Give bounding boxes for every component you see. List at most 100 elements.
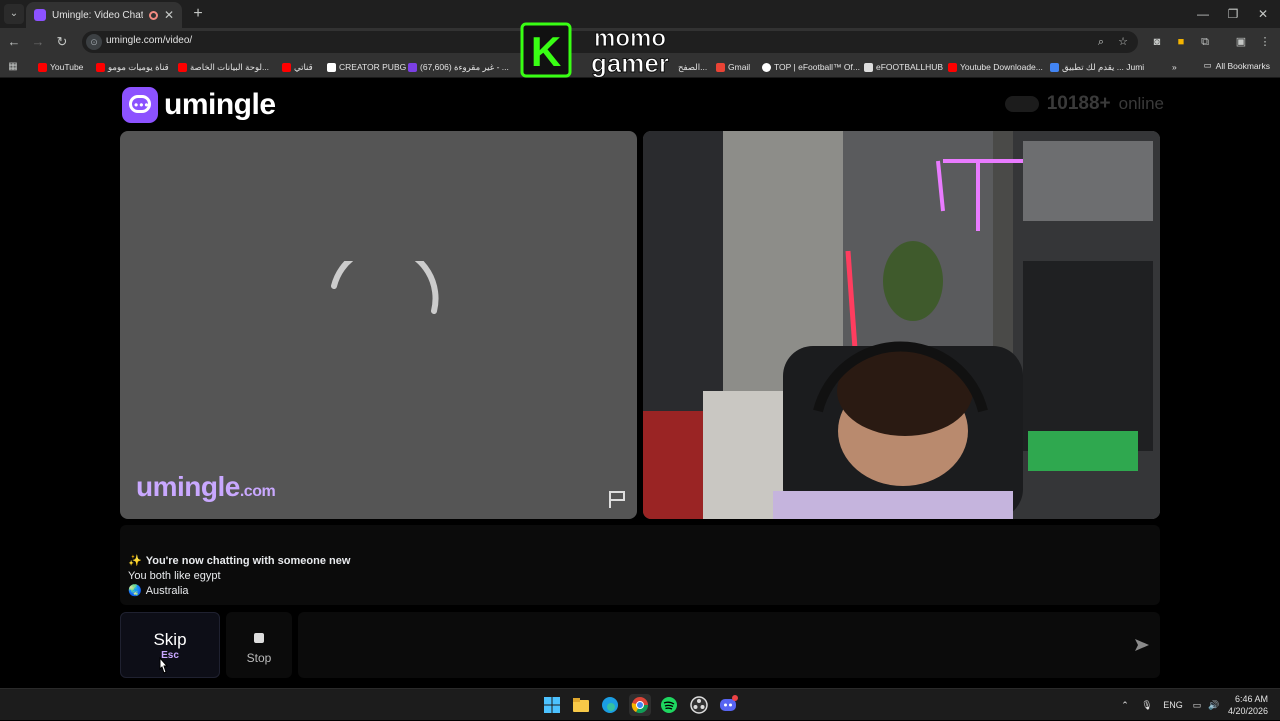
umingle-favicon-icon	[34, 9, 46, 21]
chrome-browser-icon[interactable]	[629, 694, 651, 716]
online-toggle	[1004, 96, 1039, 112]
downloader-icon	[948, 62, 957, 72]
sparkle-icon: ✨	[128, 555, 142, 567]
microphone-icon[interactable]: 🎙	[1140, 689, 1154, 721]
globe-icon: 🌏	[128, 585, 142, 597]
bookmarks-overflow-icon[interactable]: »	[1172, 60, 1177, 74]
send-icon[interactable]	[1134, 637, 1150, 653]
browser-menu-icon[interactable]: ⋮	[1256, 33, 1274, 51]
browser-tab-active[interactable]: Umingle: Video Chat with S ✕	[26, 2, 182, 28]
bookmark-item[interactable]: CREATOR PUBG	[327, 60, 406, 74]
bookmark-item[interactable]: قناة يوميات مومو	[96, 60, 169, 74]
svg-text:K: K	[531, 28, 561, 75]
site-brand[interactable]: ••• umingle	[122, 87, 276, 123]
bookmark-item[interactable]: لوحة البيانات الخاصة...	[178, 60, 269, 74]
chat-log: ✨ You're now chatting with someone new Yo…	[120, 525, 1160, 605]
umingle-page: ••• umingle 10188+ online umingle.com ✨ …	[0, 79, 1280, 688]
reload-button[interactable]: ↻	[52, 32, 72, 52]
gmail-icon	[716, 62, 725, 72]
network-icon[interactable]: ▭	[1190, 689, 1204, 721]
tab-title: Umingle: Video Chat with S	[52, 9, 143, 21]
site-info-icon[interactable]: ⊙	[86, 34, 102, 50]
windows-taskbar: ⌃ 🎙 ENG ▭ 🔊 6:46 AM 4/20/2026	[0, 688, 1280, 720]
bookmark-label: لوحة البيانات الخاصة...	[190, 61, 270, 72]
obs-studio-icon[interactable]	[688, 694, 710, 716]
self-camera-video	[643, 131, 1160, 519]
all-bookmarks-button[interactable]: ▭ All Bookmarks	[1204, 60, 1270, 71]
bookmark-label: يقدم لك تطبيق ... Jumi	[1062, 61, 1145, 72]
all-bookmarks-label: All Bookmarks	[1215, 60, 1270, 71]
youtube-icon	[96, 62, 105, 72]
volume-icon[interactable]: 🔊	[1207, 689, 1221, 721]
zoom-icon[interactable]: ⌕	[1092, 33, 1110, 51]
back-button[interactable]: ←	[4, 32, 24, 52]
clock-date: 4/20/2026	[1227, 706, 1268, 716]
folder-icon: ▭	[1203, 60, 1212, 70]
bookmark-star-icon[interactable]: ☆	[1114, 33, 1132, 51]
close-window-button[interactable]: ✕	[1246, 0, 1280, 28]
tab-close-icon[interactable]: ✕	[164, 8, 174, 22]
yahoo-mail-icon	[408, 62, 417, 72]
tray-overflow-icon[interactable]: ⌃	[1118, 689, 1132, 721]
bookmark-item[interactable]: YouTube	[38, 60, 83, 74]
file-explorer-icon[interactable]	[570, 694, 592, 716]
extension-color-icon[interactable]: ■	[1172, 33, 1190, 51]
forward-button[interactable]: →	[28, 32, 48, 52]
svg-text:gamer: gamer	[591, 48, 669, 78]
bookmark-item[interactable]: Gmail	[716, 60, 750, 74]
online-count: 10188+	[1046, 93, 1111, 114]
bookmark-item[interactable]: eFOOTBALLHUB	[864, 60, 943, 74]
minimize-button[interactable]: —	[1186, 0, 1220, 28]
chat-bubble-logo-icon: •••	[122, 87, 158, 123]
profile-avatar-icon[interactable]: ▣	[1232, 33, 1250, 51]
apps-grid-icon[interactable]: ▦	[6, 60, 20, 74]
creator-icon	[327, 62, 336, 72]
restore-button[interactable]: ❐	[1216, 0, 1250, 28]
bookmark-label: TOP | eFootball™ Of...	[774, 62, 860, 72]
bookmark-item[interactable]: قناتي	[282, 60, 313, 74]
online-label: online	[1118, 94, 1164, 113]
mouse-cursor-icon	[159, 657, 169, 674]
bookmark-item[interactable]: TOP | eFootball™ Of...	[762, 60, 860, 74]
skip-label: Skip	[153, 630, 187, 649]
tab-search-button[interactable]: ⌄	[4, 4, 24, 24]
chat-message-text: You're now chatting with someone new	[145, 554, 351, 567]
skip-button[interactable]: Skip Esc	[120, 612, 220, 678]
bookmark-label: Gmail	[728, 62, 751, 72]
watermark-suffix: .com	[239, 483, 276, 500]
windows-start-icon[interactable]	[541, 694, 563, 716]
efootball-icon	[762, 62, 771, 72]
bookmark-label: قناة يوميات مومو	[108, 61, 169, 72]
efootballhub-icon	[864, 62, 873, 72]
camera-icon[interactable]: ◙	[1148, 33, 1166, 51]
message-input[interactable]	[298, 612, 1160, 678]
bookmark-item[interactable]: (67,606) غير مقروءة - ...	[408, 60, 509, 74]
recording-indicator-icon	[148, 10, 158, 20]
stranger-video-panel: umingle.com	[120, 131, 637, 519]
discord-icon[interactable]	[717, 694, 739, 716]
system-clock[interactable]: 6:46 AM 4/20/2026	[1228, 693, 1268, 717]
spotify-icon[interactable]	[658, 694, 680, 716]
online-indicator: 10188+ online	[1004, 93, 1164, 115]
edge-browser-icon[interactable]	[599, 694, 621, 716]
bookmark-label: قناتي	[294, 61, 313, 72]
chat-message-text: Australia	[145, 584, 189, 597]
stop-button[interactable]: Stop	[226, 612, 292, 678]
jumia-icon	[1050, 62, 1059, 72]
input-language[interactable]: ENG	[1160, 689, 1186, 721]
skip-shortcut: Esc	[161, 650, 179, 661]
address-url: umingle.com/video/	[106, 35, 193, 46]
new-tab-button[interactable]: +	[188, 4, 208, 24]
bookmark-item[interactable]: Youtube Downloade...	[948, 60, 1043, 74]
chat-message: 🌏 Australia	[128, 583, 1152, 598]
bookmark-item[interactable]: يقدم لك تطبيق ... Jumi	[1050, 60, 1144, 74]
youtube-icon	[178, 62, 187, 72]
report-flag-icon[interactable]	[607, 489, 627, 509]
stop-label: Stop	[246, 651, 272, 665]
brand-name: umingle	[164, 88, 276, 121]
extensions-puzzle-icon[interactable]: ⧉	[1196, 33, 1214, 51]
stop-icon	[254, 633, 264, 643]
bookmark-label: CREATOR PUBG	[339, 62, 407, 72]
momo-gamer-logo: K momo gamer	[520, 22, 670, 79]
watermark-name: umingle	[136, 471, 240, 502]
